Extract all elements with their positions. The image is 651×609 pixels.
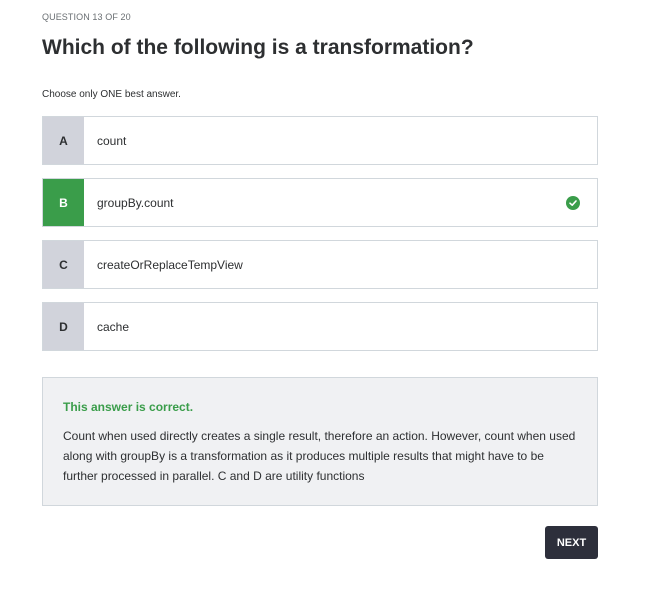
next-button[interactable]: NEXT [545,526,598,559]
answer-feedback: This answer is correct. Count when used … [42,377,598,506]
option-text: cache [97,319,130,334]
option-letter: B [43,179,84,226]
option-b[interactable]: B groupBy.count [42,178,598,227]
option-text: groupBy.count [97,195,174,210]
feedback-explanation: Count when used directly creates a singl… [63,429,576,483]
answer-options: A count B groupBy.count C createOrReplac… [42,116,598,364]
question-progress: QUESTION 13 OF 20 [42,12,131,22]
question-title: Which of the following is a transformati… [42,36,474,59]
question-instruction: Choose only ONE best answer. [42,89,181,100]
option-letter: C [43,241,84,288]
option-a[interactable]: A count [42,116,598,165]
option-d[interactable]: D cache [42,302,598,351]
option-letter: D [43,303,84,350]
option-letter: A [43,117,84,164]
option-text: createOrReplaceTempView [97,257,243,272]
option-text: count [97,133,127,148]
feedback-title: This answer is correct. [63,400,194,414]
check-circle-icon [566,195,580,210]
option-c[interactable]: C createOrReplaceTempView [42,240,598,289]
quiz-page: QUESTION 13 OF 20 Which of the following… [0,0,651,609]
